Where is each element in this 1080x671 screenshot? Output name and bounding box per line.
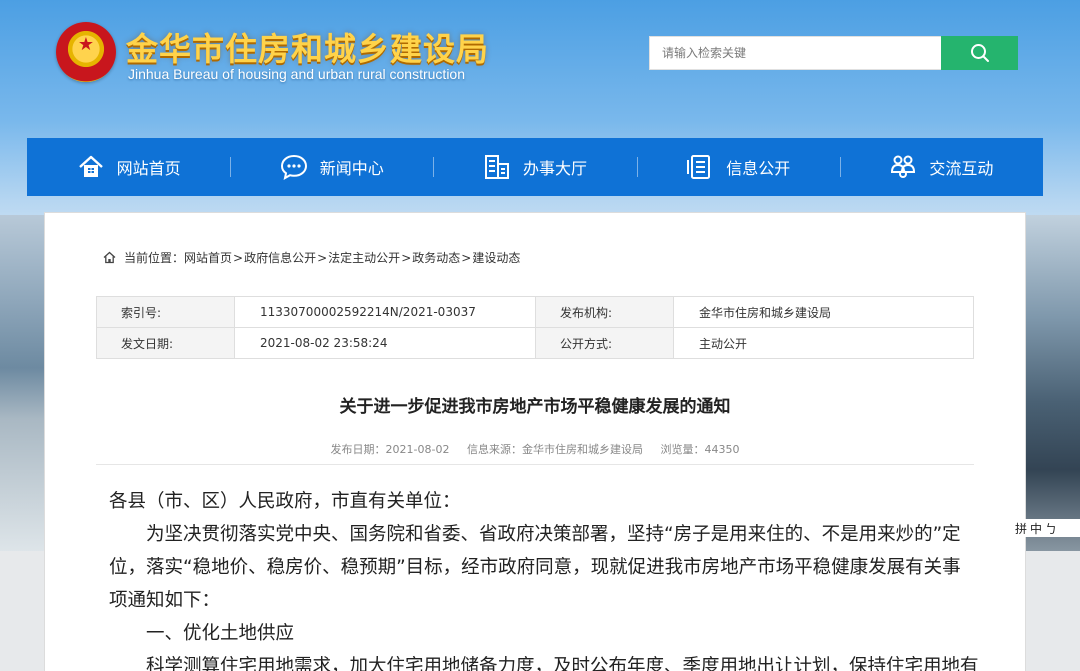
home-icon (103, 251, 116, 264)
article-paragraph: 科学测算住宅用地需求，加大住宅用地储备力度，及时公布年度、季度用地出让计划，保持… (146, 656, 979, 671)
index-value: 11330700002592214N/2021-03037 (234, 296, 536, 328)
mode-value: 主动公开 (673, 327, 974, 359)
publisher-value: 金华市住房和城乡建设局 (673, 296, 974, 328)
breadcrumb-item-gov-affairs[interactable]: 政务动态 (412, 249, 460, 266)
header: 金华市住房和城乡建设局 Jinhua Bureau of housing and… (0, 0, 1080, 138)
breadcrumb: 当前位置： 网站首页 > 政府信息公开 > 法定主动公开 > 政务动态 > 建设… (103, 249, 520, 266)
site-title: 金华市住房和城乡建设局 (126, 30, 490, 68)
home-icon (77, 153, 105, 181)
date-value: 2021-08-02 23:58:24 (234, 327, 536, 359)
publisher-label: 发布机构: (535, 296, 674, 328)
nav-item-service-hall[interactable]: 办事大厅 (433, 138, 636, 196)
breadcrumb-prefix: 当前位置： (124, 251, 185, 265)
divider (96, 464, 974, 465)
search-icon (970, 44, 989, 62)
view-count: 浏览量：44350 (660, 443, 740, 456)
breadcrumb-separator: > (461, 250, 472, 265)
nav-label: 交流互动 (929, 159, 994, 178)
mode-label: 公开方式: (535, 327, 674, 359)
ime-chinese-label: 中 (1030, 521, 1043, 536)
document-icon (686, 153, 714, 181)
date-label: 发文日期: (96, 327, 235, 359)
nav-item-home[interactable]: 网站首页 (27, 138, 230, 196)
breadcrumb-item-home[interactable]: 网站首页 (184, 249, 232, 266)
nav-item-news[interactable]: 新闻中心 (230, 138, 433, 196)
index-label: 索引号: (96, 296, 235, 328)
office-icon (483, 153, 511, 181)
breadcrumb-separator: > (233, 250, 244, 265)
background-city-right (1025, 215, 1080, 555)
nav-label: 信息公开 (726, 159, 791, 178)
table-row: 发文日期: 2021-08-02 23:58:24 公开方式: 主动公开 (96, 327, 974, 359)
ime-toolbar[interactable]: 拼 中 ㄅ (1012, 519, 1080, 537)
table-row: 索引号: 11330700002592214N/2021-03037 发布机构:… (96, 296, 974, 328)
breadcrumb-separator: > (317, 250, 328, 265)
nav-item-info-public[interactable]: 信息公开 (636, 138, 840, 196)
nav-item-interaction[interactable]: 交流互动 (839, 138, 1043, 196)
search-button[interactable] (941, 36, 1018, 70)
nav-label: 办事大厅 (523, 159, 588, 178)
search-box (649, 36, 1018, 70)
nav-label: 网站首页 (116, 159, 181, 178)
people-icon (889, 153, 917, 181)
info-source: 信息来源：金华市住房和城乡建设局 (466, 443, 643, 456)
breadcrumb-item-statutory[interactable]: 法定主动公开 (328, 249, 400, 266)
content-panel: 当前位置： 网站首页 > 政府信息公开 > 法定主动公开 > 政务动态 > 建设… (44, 212, 1026, 671)
ime-pinyin-label: 拼 (1015, 521, 1028, 536)
site-subtitle: Jinhua Bureau of housing and urban rural… (128, 66, 465, 82)
background-city-left (0, 215, 48, 555)
breadcrumb-item-gov-info[interactable]: 政府信息公开 (244, 249, 316, 266)
chat-bubble-icon (280, 153, 308, 181)
national-emblem-icon (56, 22, 116, 82)
breadcrumb-item-construction-news[interactable]: 建设动态 (472, 249, 520, 266)
main-nav: 网站首页 新闻中心 办事大厅 信息公开 交流互动 (27, 138, 1043, 196)
article-paragraph: 各县（市、区）人民政府，市直有关单位： (109, 491, 461, 512)
publish-date: 发布日期：2021-08-02 (330, 443, 450, 456)
article-info: 发布日期：2021-08-02 信息来源：金华市住房和城乡建设局 浏览量：443… (45, 441, 1025, 457)
breadcrumb-separator: > (401, 250, 412, 265)
ime-symbol-label: ㄅ (1045, 521, 1058, 536)
article-section-heading: 一、优化土地供应 (146, 623, 295, 644)
document-meta-table: 索引号: 11330700002592214N/2021-03037 发布机构:… (96, 296, 974, 359)
nav-label: 新闻中心 (319, 159, 384, 178)
article-title: 关于进一步促进我市房地产市场平稳健康发展的通知 (339, 397, 731, 417)
article-paragraph: 为坚决贯彻落实党中央、国务院和省委、省政府决策部署，坚持“房子是用来住的、不是用… (109, 524, 961, 611)
article-body: 各县（市、区）人民政府，市直有关单位： 为坚决贯彻落实党中央、国务院和省委、省政… (109, 485, 979, 671)
search-input[interactable] (650, 37, 942, 69)
